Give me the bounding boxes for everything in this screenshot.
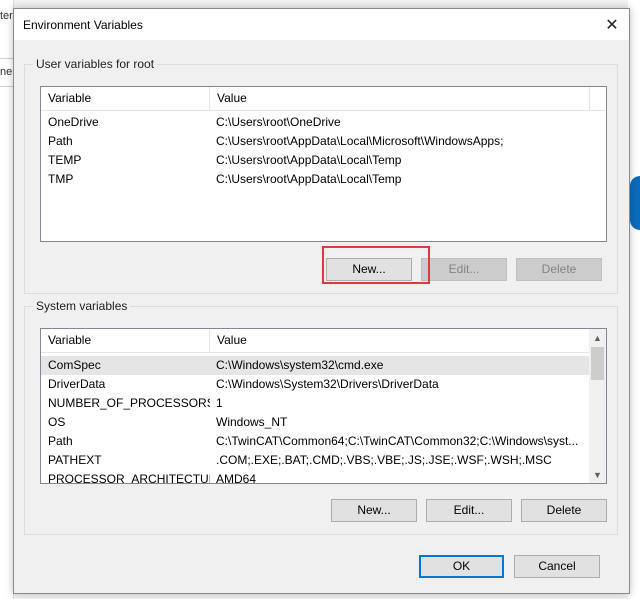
variable-name: DriverData — [48, 377, 106, 391]
background-left-strip: ter nel — [0, 0, 15, 599]
table-row[interactable]: OneDrive C:\Users\root\OneDrive — [41, 113, 606, 132]
table-row[interactable]: DriverData C:\Windows\System32\Drivers\D… — [41, 375, 589, 394]
variable-name: OneDrive — [48, 115, 99, 129]
chevron-up-icon[interactable]: ▲ — [589, 329, 606, 346]
system-delete-button[interactable]: Delete — [521, 499, 607, 522]
background-text-fragment: ter — [0, 10, 13, 22]
user-variables-list[interactable]: Variable Value OneDrive C:\Users\root\On… — [40, 86, 607, 242]
variable-value: C:\TwinCAT\Common64;C:\TwinCAT\Common32;… — [216, 434, 579, 448]
variable-name: PROCESSOR_ARCHITECTURE — [48, 472, 210, 484]
table-row[interactable]: ComSpec C:\Windows\system32\cmd.exe — [41, 356, 589, 375]
variable-name: Path — [48, 134, 73, 148]
background-divider — [0, 58, 14, 59]
background-blue-shape — [630, 176, 640, 230]
variable-value: C:\Windows\system32\cmd.exe — [216, 358, 384, 372]
variable-value: .COM;.EXE;.BAT;.CMD;.VBS;.VBE;.JS;.JSE;.… — [216, 453, 552, 467]
table-row[interactable]: NUMBER_OF_PROCESSORS 1 — [41, 394, 589, 413]
system-variables-label: System variables — [33, 299, 131, 313]
table-row[interactable]: TMP C:\Users\root\AppData\Local\Temp — [41, 170, 606, 189]
variable-value: 1 — [216, 396, 223, 410]
system-edit-button[interactable]: Edit... — [426, 499, 512, 522]
cancel-button[interactable]: Cancel — [514, 555, 600, 578]
user-edit-button[interactable]: Edit... — [421, 258, 507, 281]
system-variables-list[interactable]: Variable Value ComSpec C:\Windows\system… — [40, 328, 607, 484]
column-header-filler — [590, 87, 606, 111]
variable-name: TMP — [48, 172, 74, 186]
variable-value: C:\Users\root\OneDrive — [216, 115, 341, 129]
chevron-down-icon[interactable]: ▼ — [589, 466, 606, 483]
title-bar: Environment Variables ✕ — [14, 9, 629, 40]
user-variables-group: User variables for root Variable Value O… — [24, 57, 618, 294]
variable-value: Windows_NT — [216, 415, 288, 429]
table-row[interactable]: PROCESSOR_ARCHITECTURE AMD64 — [41, 470, 589, 484]
table-row[interactable]: PATHEXT .COM;.EXE;.BAT;.CMD;.VBS;.VBE;.J… — [41, 451, 589, 470]
system-variables-group: System variables Variable Value ComSpec … — [24, 299, 618, 535]
background-divider — [0, 86, 14, 87]
column-header-variable[interactable]: Variable — [41, 329, 210, 353]
variable-value: C:\Users\root\AppData\Local\Temp — [216, 172, 402, 186]
user-delete-button[interactable]: Delete — [516, 258, 602, 281]
table-row[interactable]: Path C:\TwinCAT\Common64;C:\TwinCAT\Comm… — [41, 432, 589, 451]
variable-name: TEMP — [48, 153, 82, 167]
list-body: ComSpec C:\Windows\system32\cmd.exe Driv… — [41, 354, 589, 483]
variable-value: C:\Users\root\AppData\Local\Microsoft\Wi… — [216, 134, 504, 148]
variable-value: AMD64 — [216, 472, 257, 484]
variable-name: PATHEXT — [48, 453, 102, 467]
close-button[interactable]: ✕ — [595, 9, 629, 40]
vertical-scrollbar[interactable]: ▲ ▼ — [589, 329, 606, 483]
column-header-value[interactable]: Value — [210, 329, 589, 353]
environment-variables-dialog: Environment Variables ✕ User variables f… — [13, 8, 630, 594]
table-row[interactable]: TEMP C:\Users\root\AppData\Local\Temp — [41, 151, 606, 170]
list-header: Variable Value — [41, 329, 589, 353]
user-variables-label: User variables for root — [33, 57, 158, 71]
dialog-title: Environment Variables — [23, 18, 143, 32]
variable-value: C:\Users\root\AppData\Local\Temp — [216, 153, 402, 167]
variable-name: OS — [48, 415, 66, 429]
red-highlight-box — [322, 246, 430, 284]
variable-name: Path — [48, 434, 73, 448]
column-header-variable[interactable]: Variable — [41, 87, 210, 111]
table-row[interactable]: OS Windows_NT — [41, 413, 589, 432]
variable-name: ComSpec — [48, 358, 101, 372]
system-new-button[interactable]: New... — [331, 499, 417, 522]
variable-value: C:\Windows\System32\Drivers\DriverData — [216, 377, 439, 391]
table-row[interactable]: Path C:\Users\root\AppData\Local\Microso… — [41, 132, 606, 151]
variable-name: NUMBER_OF_PROCESSORS — [48, 396, 210, 410]
scrollbar-thumb[interactable] — [591, 347, 604, 380]
close-icon: ✕ — [605, 16, 619, 34]
list-header: Variable Value — [41, 87, 606, 111]
ok-button[interactable]: OK — [419, 555, 504, 578]
column-header-value[interactable]: Value — [210, 87, 590, 111]
